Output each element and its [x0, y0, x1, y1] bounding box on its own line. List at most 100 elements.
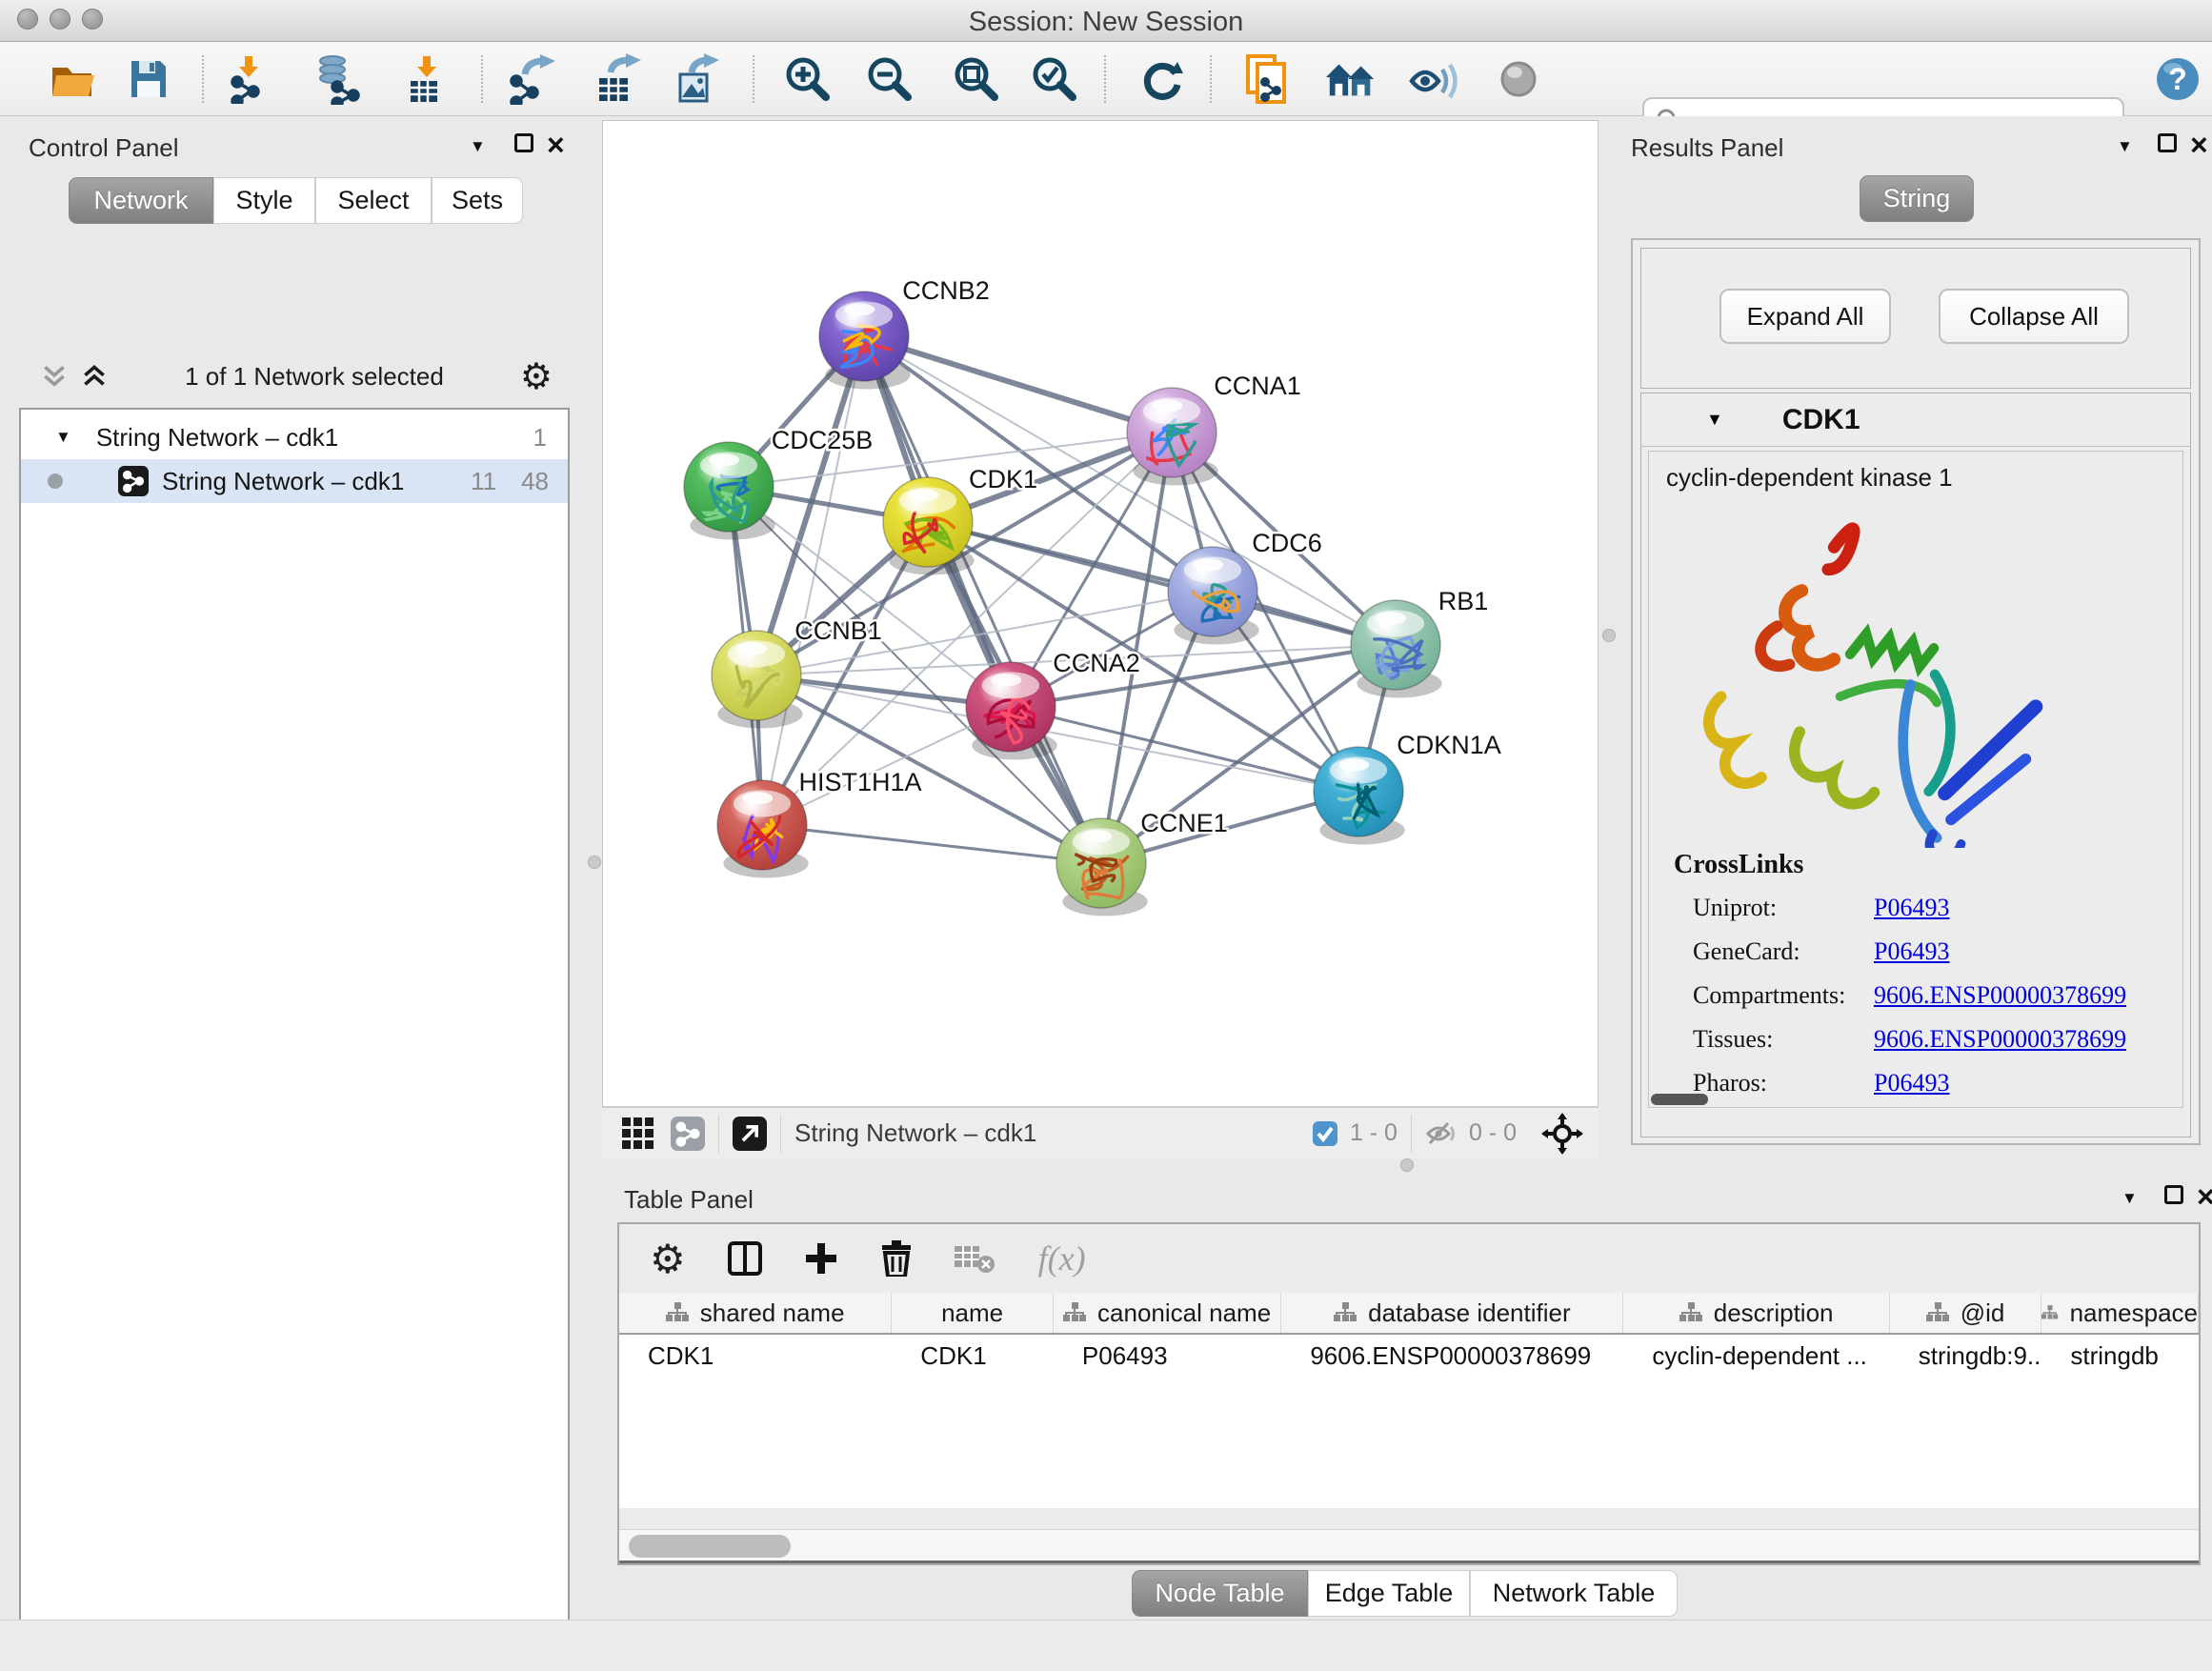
table-hscrollbar-track[interactable] [619, 1529, 2199, 1561]
tab-style[interactable]: Style [213, 177, 315, 224]
network-node-hist1h1a[interactable] [717, 780, 809, 877]
birds-eye-crosshair-icon[interactable] [1541, 1113, 1583, 1155]
inactive-view-button[interactable] [1492, 52, 1545, 106]
table-panel-collapse-icon[interactable]: ▼ [2122, 1189, 2138, 1208]
help-button[interactable]: ? [2151, 52, 2204, 106]
tab-sets[interactable]: Sets [432, 177, 523, 224]
delete-trash-icon[interactable] [880, 1240, 913, 1277]
horizontal-splitter-handle[interactable] [1400, 1158, 1414, 1172]
open-session-button[interactable] [47, 52, 100, 106]
open-recent-session-button[interactable] [1240, 52, 1294, 106]
tab-select[interactable]: Select [315, 177, 432, 224]
table-cell[interactable]: cyclin-dependent ... [1623, 1335, 1889, 1377]
table-hscrollbar-thumb[interactable] [629, 1535, 791, 1558]
network-share-gray-icon[interactable] [671, 1117, 705, 1151]
crosslink-link[interactable]: 9606.ENSP00000378699 [1874, 981, 2126, 1010]
import-network-file-button[interactable] [223, 52, 276, 106]
network-node-cdk1[interactable] [883, 477, 975, 574]
grid-view-icon[interactable] [621, 1117, 655, 1151]
import-network-database-button[interactable] [312, 52, 366, 106]
export-image-button[interactable] [672, 52, 725, 106]
network-row-selected[interactable]: String Network – cdk1 11 48 [21, 459, 568, 503]
network-graph[interactable]: CCNB2CCNA1CDC25BCDK1CDC6RB1CCNB1CCNA2CDK… [603, 121, 1598, 1106]
network-node-ccna1[interactable] [1127, 388, 1218, 485]
zoom-selected-button[interactable] [1028, 52, 1081, 106]
control-panel-float-icon[interactable] [514, 133, 533, 152]
refresh-button[interactable] [1136, 52, 1189, 106]
control-panel-close-icon[interactable]: × [547, 133, 565, 156]
crosslink-link[interactable]: P06493 [1874, 894, 1949, 922]
gene-entry-header[interactable]: ▼ CDK1 [1641, 393, 2190, 447]
expand-all-button[interactable]: Expand All [1719, 289, 1891, 344]
add-row-plus-icon[interactable] [804, 1241, 838, 1276]
table-cell[interactable]: stringdb:9... [1890, 1335, 2042, 1377]
table-cell[interactable]: P06493 [1054, 1335, 1281, 1377]
entry-expander-icon[interactable]: ▼ [1706, 410, 1723, 430]
zoom-out-button[interactable] [863, 52, 916, 106]
table-panel-float-icon[interactable] [2164, 1185, 2183, 1204]
vertical-splitter-handle[interactable] [588, 856, 601, 869]
tab-edge-table[interactable]: Edge Table [1308, 1570, 1470, 1617]
network-node-cdkn1a[interactable] [1314, 747, 1405, 844]
network-edge[interactable] [762, 825, 1101, 863]
toggle-graphics-details-button[interactable] [1407, 52, 1460, 106]
selected-checkbox-icon[interactable] [1312, 1120, 1338, 1147]
hidden-eye-icon[interactable] [1425, 1119, 1458, 1148]
column-header-namespace[interactable]: namespace [2041, 1293, 2199, 1333]
tab-string[interactable]: String [1860, 175, 1974, 222]
network-node-ccne1[interactable] [1056, 818, 1148, 916]
crosslink-link[interactable]: P06493 [1874, 1069, 1949, 1097]
table-settings-gear-icon[interactable]: ⚙ [650, 1236, 686, 1282]
export-network-button[interactable] [507, 52, 560, 106]
collapse-all-chevron-icon[interactable] [40, 365, 69, 388]
table-panel-close-icon[interactable]: × [2197, 1185, 2212, 1208]
results-splitter-handle[interactable] [1602, 629, 1616, 642]
column-header-description[interactable]: description [1623, 1293, 1889, 1333]
function-builder-icon[interactable]: f(x) [1038, 1238, 1086, 1278]
column-header--id[interactable]: @id [1890, 1293, 2042, 1333]
open-in-window-icon[interactable] [733, 1117, 767, 1151]
table-cell[interactable]: CDK1 [892, 1335, 1054, 1377]
column-header-name[interactable]: name [892, 1293, 1054, 1333]
network-node-ccnb2[interactable] [819, 292, 911, 389]
home-button[interactable] [1324, 52, 1377, 106]
tab-network-table[interactable]: Network Table [1470, 1570, 1678, 1617]
network-node-cdc25b[interactable] [684, 442, 775, 539]
network-node-ccnb1[interactable] [712, 631, 803, 728]
table-cell[interactable]: 9606.ENSP00000378699 [1281, 1335, 1623, 1377]
crosslink-link[interactable]: P06493 [1874, 937, 1949, 966]
results-panel-collapse-icon[interactable]: ▼ [2117, 137, 2133, 156]
table-cell[interactable]: CDK1 [619, 1335, 892, 1377]
entry-hscrollbar-thumb[interactable] [1651, 1094, 1708, 1105]
tab-network[interactable]: Network [69, 177, 213, 224]
tab-node-table[interactable]: Node Table [1132, 1570, 1308, 1617]
network-node-ccna2[interactable] [966, 662, 1057, 759]
save-session-button[interactable] [122, 52, 175, 106]
control-panel-collapse-icon[interactable]: ▼ [470, 137, 486, 156]
zoom-in-button[interactable] [781, 52, 835, 106]
delete-table-icon[interactable] [955, 1242, 996, 1275]
column-header-canonical-name[interactable]: canonical name [1054, 1293, 1281, 1333]
collapse-all-button[interactable]: Collapse All [1939, 289, 2129, 344]
zoom-fit-button[interactable] [950, 52, 1003, 106]
table-cell[interactable]: stringdb [2041, 1335, 2199, 1377]
network-options-gear-icon[interactable]: ⚙ [520, 358, 553, 394]
network-edge[interactable] [928, 522, 1396, 645]
column-header-database-identifier[interactable]: database identifier [1281, 1293, 1623, 1333]
export-table-button[interactable] [593, 52, 646, 106]
results-panel-title: Results Panel [1631, 133, 1783, 163]
network-node-rb1[interactable] [1351, 600, 1442, 697]
crosslink-link[interactable]: 9606.ENSP00000378699 [1874, 1025, 2126, 1054]
table-row[interactable]: CDK1CDK1P064939606.ENSP00000378699cyclin… [619, 1335, 2199, 1377]
network-collection-row[interactable]: ▼ String Network – cdk1 1 [21, 415, 568, 459]
results-panel-close-icon[interactable]: × [2190, 133, 2208, 156]
import-table-file-button[interactable] [400, 52, 453, 106]
column-header-shared-name[interactable]: shared name [619, 1293, 892, 1333]
add-column-icon[interactable] [728, 1241, 762, 1276]
tree-expander-icon[interactable]: ▼ [55, 428, 71, 447]
network-edge[interactable] [864, 336, 1172, 433]
results-panel-float-icon[interactable] [2158, 133, 2177, 152]
network-node-cdc6[interactable] [1168, 547, 1259, 644]
network-canvas[interactable]: CCNB2CCNA1CDC25BCDK1CDC6RB1CCNB1CCNA2CDK… [602, 120, 1599, 1107]
expand-all-chevron-icon[interactable] [80, 365, 109, 388]
